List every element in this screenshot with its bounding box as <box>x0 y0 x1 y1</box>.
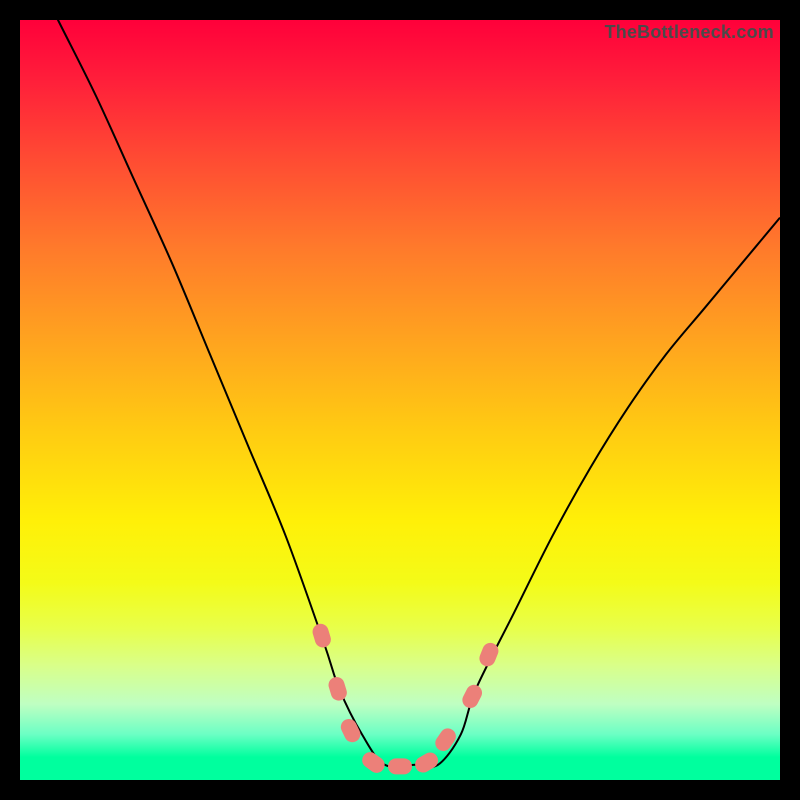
highlight-capsule <box>388 758 412 774</box>
highlight-capsule <box>412 750 441 776</box>
highlight-capsule <box>359 749 388 776</box>
highlight-capsule <box>327 675 349 703</box>
watermark-text: TheBottleneck.com <box>605 22 774 43</box>
highlight-capsule <box>311 622 333 650</box>
highlight-capsule <box>460 682 485 711</box>
highlight-capsule <box>338 716 363 745</box>
chart-frame: TheBottleneck.com <box>20 20 780 780</box>
bottleneck-curve <box>20 0 780 767</box>
highlight-capsule <box>432 725 459 754</box>
highlight-markers <box>311 622 501 776</box>
chart-overlay-svg <box>20 20 780 780</box>
